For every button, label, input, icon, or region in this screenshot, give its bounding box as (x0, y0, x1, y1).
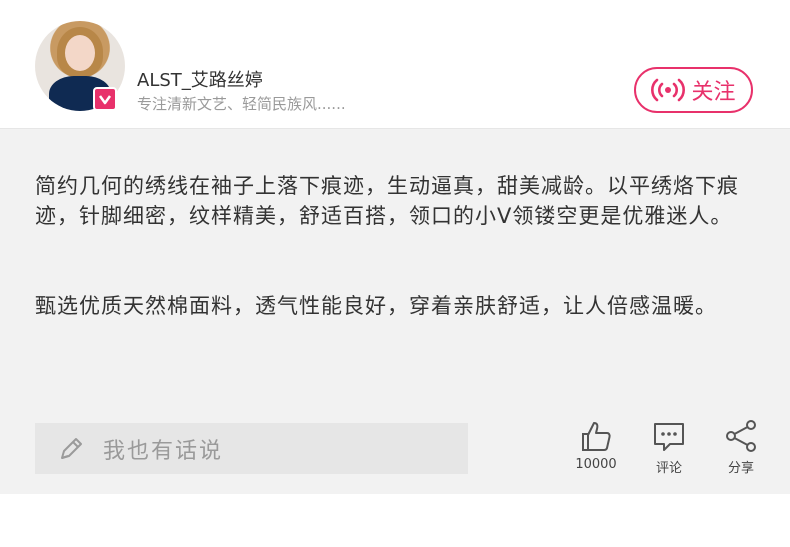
like-button[interactable]: 10000 (561, 419, 631, 472)
follow-label: 关注 (691, 80, 736, 105)
like-count: 10000 (575, 457, 617, 472)
author-description: 专注清新文艺、轻简民族风...... (137, 95, 346, 113)
share-label: 分享 (727, 461, 754, 476)
share-icon (726, 420, 756, 452)
post-header: ALST_艾路丝婷 专注清新文艺、轻简民族风...... 关注 (0, 0, 790, 128)
pencil-icon (61, 437, 82, 459)
comment-icon (654, 423, 684, 451)
article-paragraph-2: 甄选优质天然棉面料，透气性能良好，穿着亲肤舒适，让人倍感温暖。 (35, 294, 717, 318)
comment-button[interactable]: 评论 (634, 419, 704, 476)
share-button[interactable]: 分享 (706, 419, 776, 476)
avatar-face (65, 35, 95, 71)
thumbs-up-icon (582, 422, 611, 451)
author-name[interactable]: ALST_艾路丝婷 (137, 66, 263, 92)
comment-placeholder: 我也有话说 (103, 438, 224, 464)
article-paragraph-1: 简约几何的绣线在袖子上落下痕迹，生动逼真，甜美减龄。以平绣烙下痕迹，针脚细密，纹… (35, 174, 739, 228)
comment-label: 评论 (655, 461, 682, 476)
follow-button[interactable]: 关注 (634, 67, 753, 113)
post-content: 简约几何的绣线在袖子上落下痕迹，生动逼真，甜美减龄。以平绣烙下痕迹，针脚细密，纹… (0, 128, 790, 494)
v-badge-icon (93, 87, 117, 111)
comment-input[interactable]: 我也有话说 (35, 423, 468, 474)
broadcast-icon (651, 78, 686, 102)
